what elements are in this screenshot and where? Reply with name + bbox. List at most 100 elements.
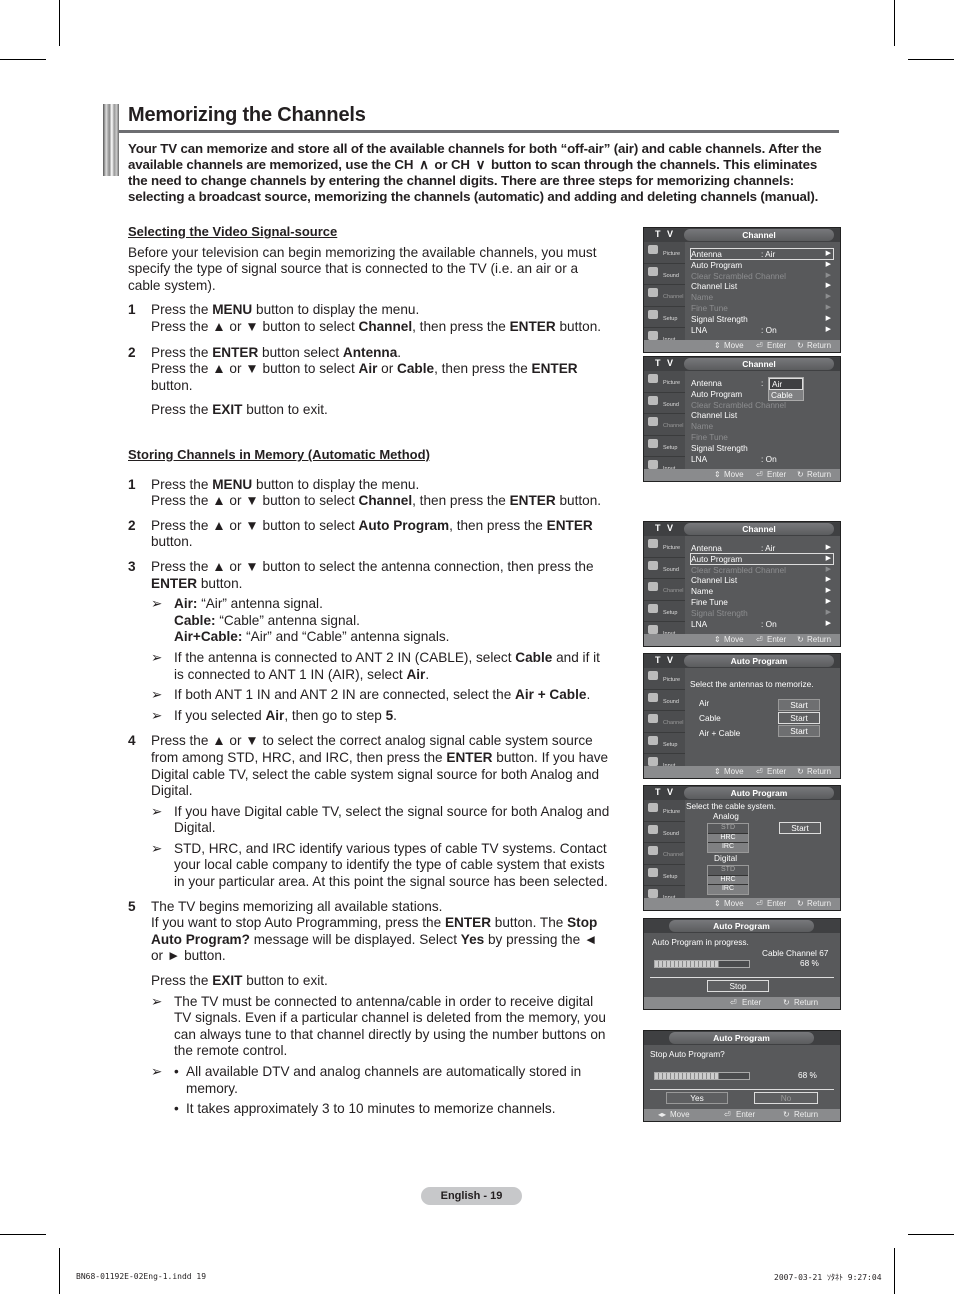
move-label: Move bbox=[724, 341, 744, 350]
sidebar-item-channel[interactable]: Channel bbox=[644, 579, 685, 601]
text-fragment: • bbox=[174, 1064, 179, 1079]
sidebar-item-channel[interactable]: Channel bbox=[644, 843, 685, 865]
sidebar-item-picture[interactable]: Picture bbox=[644, 242, 685, 264]
section-video-signal-source: Selecting the Video Signal-source Before… bbox=[128, 224, 613, 419]
sidebar-item-picture[interactable]: Picture bbox=[644, 371, 685, 393]
section-automatic-method: Storing Channels in Memory (Automatic Me… bbox=[128, 447, 613, 1118]
no-button[interactable]: No bbox=[754, 1092, 818, 1104]
sidebar-item-sound[interactable]: Sound bbox=[644, 822, 685, 843]
menu-item[interactable]: Fine Tune ▶ bbox=[691, 303, 833, 313]
menu-item[interactable]: Clear Scrambled Channel bbox=[691, 400, 833, 410]
menu-item[interactable]: Signal Strength bbox=[691, 443, 833, 453]
step-number: 1 bbox=[128, 476, 136, 492]
sidebar-item-sound[interactable]: Sound bbox=[644, 690, 685, 711]
menu-item[interactable]: Name ▶ bbox=[691, 292, 833, 302]
system-option[interactable]: IRC bbox=[708, 843, 748, 852]
step-number: 3 bbox=[128, 558, 136, 574]
sidebar-label: Setup bbox=[663, 609, 678, 616]
system-option[interactable]: IRC bbox=[708, 885, 748, 894]
bold-text: Channel bbox=[358, 318, 413, 334]
sidebar-item-setup[interactable]: Setup bbox=[644, 601, 685, 622]
menu-item-label: Name bbox=[691, 421, 714, 432]
sidebar-item-picture[interactable]: Picture bbox=[644, 668, 685, 690]
progress-bar bbox=[654, 1072, 750, 1080]
menu-item[interactable]: Fine Tune bbox=[691, 432, 833, 442]
start-button[interactable]: Start bbox=[779, 822, 821, 834]
dropdown-option[interactable]: Air bbox=[769, 378, 803, 390]
menu-item[interactable]: Channel List ▶ bbox=[691, 575, 833, 585]
menu-item-label: Clear Scrambled Channel bbox=[691, 399, 787, 410]
menu-item[interactable]: LNA: On ▶ bbox=[691, 325, 833, 335]
menu-item[interactable]: Signal Strength ▶ bbox=[691, 608, 833, 618]
text-fragment: , then press the bbox=[434, 361, 532, 377]
sidebar-item-sound[interactable]: Sound bbox=[644, 393, 685, 414]
chevron-down-icon: ∨ bbox=[475, 157, 486, 172]
menu-title: Channel bbox=[684, 523, 834, 535]
system-option[interactable]: HRC bbox=[708, 876, 748, 885]
menu-item[interactable]: Auto Program ▶ bbox=[690, 552, 834, 565]
input-icon bbox=[648, 331, 658, 340]
text-fragment: STD, HRC, and IRC identify various types… bbox=[174, 840, 608, 890]
menu-item[interactable]: LNA: On ▶ bbox=[691, 619, 833, 629]
return-label: Return bbox=[794, 998, 819, 1007]
tv-label: T V bbox=[655, 523, 676, 533]
sidebar-item-setup[interactable]: Setup bbox=[644, 307, 685, 328]
start-button[interactable]: Start bbox=[778, 712, 820, 724]
sidebar-item-channel[interactable]: Channel bbox=[644, 285, 685, 307]
menu-item[interactable]: Channel List bbox=[691, 410, 833, 420]
step-1: 1 Press the MENU button to display the m… bbox=[128, 477, 613, 510]
sidebar-item-channel[interactable]: Channel bbox=[644, 711, 685, 733]
sidebar-item-setup[interactable]: Setup bbox=[644, 733, 685, 754]
title-rule bbox=[119, 130, 839, 133]
menu-item[interactable]: Signal Strength ▶ bbox=[691, 314, 833, 324]
menu-item[interactable]: Clear Scrambled Channel ▶ bbox=[691, 271, 833, 281]
submenu-arrow-icon: ▶ bbox=[825, 282, 831, 290]
submenu-arrow-icon: ▶ bbox=[825, 250, 831, 257]
menu-item[interactable]: Name ▶ bbox=[691, 586, 833, 596]
menu-item[interactable]: Antenna: Air ▶ bbox=[690, 248, 834, 260]
sidebar-item-picture[interactable]: Picture bbox=[644, 536, 685, 558]
dialog-title: Auto Program bbox=[669, 1032, 814, 1044]
analog-system-list[interactable]: STD HRC IRC bbox=[707, 823, 749, 853]
step-5: 5 The TV begins memorizing all available… bbox=[128, 899, 613, 1118]
sidebar-item-picture[interactable]: Picture bbox=[644, 800, 685, 822]
sidebar-item-setup[interactable]: Setup bbox=[644, 865, 685, 886]
enter-label: Enter bbox=[742, 998, 762, 1007]
system-option[interactable]: STD bbox=[708, 824, 748, 834]
menu-item[interactable]: LNA: On bbox=[691, 454, 833, 464]
intro-text: or CH bbox=[430, 157, 474, 172]
setup-icon bbox=[648, 603, 658, 613]
status-text: Auto Program in progress. bbox=[652, 937, 749, 947]
section-heading: Storing Channels in Memory (Automatic Me… bbox=[128, 447, 430, 462]
digital-system-list[interactable]: STD HRC IRC bbox=[707, 865, 749, 895]
stop-button[interactable]: Stop bbox=[707, 980, 769, 992]
osd-sidebar: PictureSoundChannelSetupInput bbox=[644, 371, 685, 479]
step-line: Press the ENTER button select Antenna. bbox=[151, 345, 613, 362]
menu-item[interactable]: Clear Scrambled Channel ▶ bbox=[691, 565, 833, 575]
antenna-dropdown[interactable]: Air Cable bbox=[768, 377, 804, 401]
menu-item[interactable]: Auto Program ▶ bbox=[691, 260, 833, 270]
yes-button[interactable]: Yes bbox=[666, 1092, 728, 1104]
menu-item[interactable]: Name bbox=[691, 421, 833, 431]
menu-item[interactable]: Antenna: bbox=[691, 378, 833, 388]
dropdown-option[interactable]: Cable bbox=[769, 390, 803, 400]
menu-item[interactable]: Fine Tune ▶ bbox=[691, 597, 833, 607]
sidebar-item-sound[interactable]: Sound bbox=[644, 558, 685, 579]
tv-label: T V bbox=[655, 358, 676, 368]
menu-item[interactable]: Auto Program bbox=[691, 389, 833, 399]
sidebar-item-setup[interactable]: Setup bbox=[644, 436, 685, 457]
progress-fill bbox=[655, 1073, 719, 1079]
sidebar-item-sound[interactable]: Sound bbox=[644, 264, 685, 285]
menu-item[interactable]: Channel List ▶ bbox=[691, 281, 833, 291]
text-fragment: If you want to stop Auto Programming, pr… bbox=[151, 915, 613, 965]
menu-item-label: Clear Scrambled Channel bbox=[691, 564, 787, 575]
sidebar-item-channel[interactable]: Channel bbox=[644, 414, 685, 436]
start-button[interactable]: Start bbox=[778, 699, 820, 711]
text-fragment: . bbox=[397, 344, 402, 360]
channel-text: Cable Channel 67 bbox=[762, 948, 829, 958]
system-option[interactable]: STD bbox=[708, 866, 748, 876]
system-option[interactable]: HRC bbox=[708, 834, 748, 843]
start-button[interactable]: Start bbox=[778, 725, 820, 737]
step-number: 2 bbox=[128, 344, 136, 360]
menu-item[interactable]: Antenna: Air ▶ bbox=[691, 543, 833, 553]
